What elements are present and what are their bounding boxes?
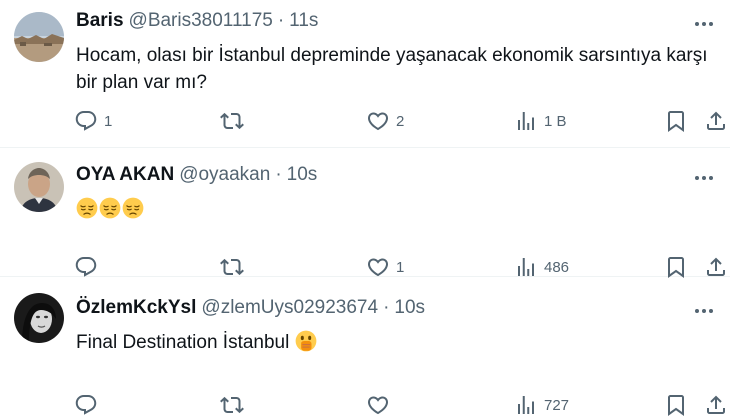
like-count: 1 xyxy=(396,258,405,276)
retweet-icon xyxy=(220,255,244,279)
separator-dot: · xyxy=(383,297,390,318)
reply-button[interactable]: 1 xyxy=(74,106,112,136)
separator-dot: · xyxy=(275,164,282,185)
reply-count: 1 xyxy=(104,112,113,130)
more-icon[interactable] xyxy=(690,299,718,323)
reply-icon xyxy=(74,109,98,133)
display-name[interactable]: Baris xyxy=(76,10,124,32)
share-button[interactable] xyxy=(704,390,728,420)
tweet[interactable]: Baris @Baris38011175 · 11s Hocam, olası … xyxy=(0,0,730,148)
views-button[interactable]: 727 xyxy=(514,390,569,420)
retweet-button[interactable] xyxy=(220,106,250,136)
tweet[interactable]: ÖzlemKckYsl @zlemUys02923674 · 10s Final… xyxy=(0,277,730,420)
timeline: Baris @Baris38011175 · 11s Hocam, olası … xyxy=(0,0,730,420)
user-handle[interactable]: @Baris38011175 xyxy=(129,10,273,32)
reply-icon xyxy=(74,255,98,279)
face-with-hand-over-mouth-icon xyxy=(295,330,317,352)
like-count: 2 xyxy=(396,112,405,130)
display-name[interactable]: ÖzlemKckYsl xyxy=(76,297,196,319)
reply-icon xyxy=(74,393,98,417)
share-button[interactable] xyxy=(704,106,728,136)
more-icon[interactable] xyxy=(690,12,718,36)
tweet-text xyxy=(76,196,716,223)
tweet-header: Baris @Baris38011175 · 11s xyxy=(76,10,680,32)
retweet-icon xyxy=(220,393,244,417)
timestamp[interactable]: 10s xyxy=(394,297,425,319)
bookmark-button[interactable] xyxy=(664,390,688,420)
bookmark-icon xyxy=(664,109,688,133)
view-count: 727 xyxy=(544,396,570,414)
more-icon[interactable] xyxy=(690,166,718,190)
pensive-face-icon xyxy=(99,197,121,219)
action-bar: 1 2 1 B xyxy=(74,106,730,136)
share-icon xyxy=(704,109,728,133)
action-bar: 727 xyxy=(74,390,730,420)
views-button[interactable]: 1 B xyxy=(514,106,567,136)
tweet-text: Final Destination İstanbul xyxy=(76,332,290,353)
view-count: 486 xyxy=(544,258,570,276)
user-handle[interactable]: @zlemUys02923674 xyxy=(201,297,378,319)
views-icon xyxy=(514,255,538,279)
bookmark-icon xyxy=(664,393,688,417)
user-handle[interactable]: @oyaakan xyxy=(179,164,270,186)
tweet-text: Hocam, olası bir İstanbul depreminde yaş… xyxy=(76,45,708,93)
retweet-icon xyxy=(220,109,244,133)
separator-dot: · xyxy=(277,10,285,31)
display-name[interactable]: OYA AKAN xyxy=(76,164,174,186)
bookmark-icon xyxy=(664,255,688,279)
tweet[interactable]: OYA AKAN @oyaakan · 10s 1 486 xyxy=(0,148,730,277)
avatar[interactable] xyxy=(14,12,64,62)
timestamp[interactable]: 11s xyxy=(289,10,318,32)
views-icon xyxy=(514,393,538,417)
pensive-face-icon xyxy=(122,197,144,219)
avatar[interactable] xyxy=(14,162,64,212)
share-icon xyxy=(704,255,728,279)
like-button[interactable]: 2 xyxy=(366,106,404,136)
heart-icon xyxy=(366,393,390,417)
pensive-face-icon xyxy=(76,197,98,219)
like-button[interactable] xyxy=(366,390,396,420)
share-icon xyxy=(704,393,728,417)
views-icon xyxy=(514,109,538,133)
heart-icon xyxy=(366,109,390,133)
heart-icon xyxy=(366,255,390,279)
tweet-header: ÖzlemKckYsl @zlemUys02923674 · 10s xyxy=(76,297,680,319)
tweet-header: OYA AKAN @oyaakan · 10s xyxy=(76,164,680,186)
retweet-button[interactable] xyxy=(220,390,250,420)
avatar[interactable] xyxy=(14,293,64,343)
bookmark-button[interactable] xyxy=(664,106,688,136)
view-count: 1 B xyxy=(544,112,567,130)
timestamp[interactable]: 10s xyxy=(287,164,318,186)
tweet-body: Final Destination İstanbul xyxy=(76,329,716,356)
reply-button[interactable] xyxy=(74,390,104,420)
